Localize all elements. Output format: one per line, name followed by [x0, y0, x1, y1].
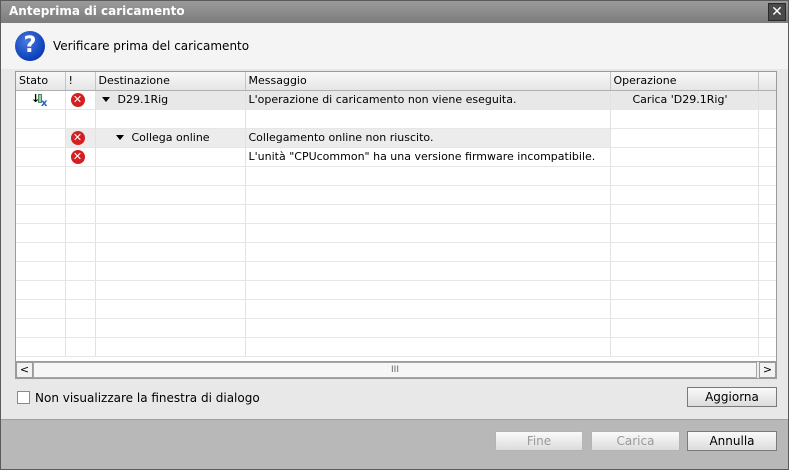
operation-cell: [610, 128, 759, 148]
download-status-icon: ↓ x: [31, 91, 48, 109]
table-row: [16, 109, 776, 129]
preview-table: Stato ! Destinazione Messaggio Operazion…: [16, 72, 776, 357]
question-icon: ?: [15, 31, 45, 61]
table-row[interactable]: ↓ x ✕ D29.1Rig L'operazione di caricament…: [16, 90, 776, 110]
table-row: [16, 261, 776, 281]
footer-panel: Fine Carica Annulla: [1, 419, 788, 469]
load-preview-dialog: Anteprima di caricamento ✕ ? Verificare …: [0, 0, 789, 470]
filler-cell: [758, 90, 776, 110]
alert-cell: ✕: [65, 90, 96, 110]
column-header-operation[interactable]: Operazione: [610, 72, 759, 91]
alert-cell: ✕: [65, 147, 96, 167]
operation-cell[interactable]: Carica 'D29.1Rig': [610, 90, 759, 110]
dont-show-checkbox[interactable]: [17, 391, 30, 404]
preview-grid: Stato ! Destinazione Messaggio Operazion…: [15, 71, 777, 379]
table-row: [16, 185, 776, 205]
refresh-button[interactable]: Aggiorna: [687, 387, 777, 407]
operation-dropdown[interactable]: Carica 'D29.1Rig': [633, 93, 728, 106]
header-panel: ? Verificare prima del caricamento: [1, 23, 788, 69]
scroll-left-button[interactable]: <: [16, 362, 33, 378]
status-cell: [16, 147, 66, 167]
collapse-triangle-icon[interactable]: [101, 97, 110, 102]
close-button[interactable]: ✕: [768, 3, 786, 21]
load-button[interactable]: Carica: [591, 431, 680, 451]
table-row: [16, 242, 776, 262]
column-header-alert[interactable]: !: [65, 72, 96, 91]
collapse-triangle-icon[interactable]: [115, 135, 124, 140]
table-row[interactable]: ✕ L'unità "CPUcommon" ha una versione fi…: [16, 147, 776, 167]
message-cell: Collegamento online non riuscito.: [245, 128, 611, 148]
error-icon: ✕: [70, 92, 85, 107]
status-cell: ↓ x: [16, 90, 66, 110]
destination-cell: [95, 147, 246, 167]
column-header-filler: [758, 72, 776, 91]
dialog-title: Anteprima di caricamento: [9, 4, 185, 18]
destination-text: Collega online: [131, 131, 210, 144]
finish-button[interactable]: Fine: [495, 431, 583, 451]
table-row: [16, 299, 776, 319]
error-icon: ✕: [70, 130, 85, 145]
operation-cell: [610, 147, 759, 167]
table-row: [16, 337, 776, 357]
table-row: [16, 318, 776, 338]
destination-text: D29.1Rig: [117, 93, 169, 106]
message-cell: L'unità "CPUcommon" ha una versione firm…: [245, 147, 611, 167]
table-row[interactable]: ✕ Collega online Collegamento online non…: [16, 128, 776, 148]
column-header-destination[interactable]: Destinazione: [95, 72, 246, 91]
destination-cell: D29.1Rig: [95, 90, 246, 110]
destination-cell: Collega online: [95, 128, 246, 148]
message-cell: L'operazione di caricamento non viene es…: [245, 90, 611, 110]
table-row: [16, 223, 776, 243]
table-row: [16, 204, 776, 224]
column-header-message[interactable]: Messaggio: [245, 72, 611, 91]
error-icon: ✕: [70, 149, 85, 164]
title-bar: Anteprima di caricamento ✕: [1, 1, 788, 23]
alert-cell: ✕: [65, 128, 96, 148]
table-row: [16, 166, 776, 186]
column-header-status[interactable]: Stato: [16, 72, 66, 91]
table-row: [16, 280, 776, 300]
status-cell: [16, 128, 66, 148]
dont-show-label[interactable]: Non visualizzare la finestra di dialogo: [35, 391, 260, 405]
horizontal-scrollbar[interactable]: < III >: [15, 361, 777, 379]
cancel-button[interactable]: Annulla: [687, 431, 777, 451]
header-heading: Verificare prima del caricamento: [53, 39, 250, 53]
scroll-right-button[interactable]: >: [759, 362, 776, 378]
scroll-thumb[interactable]: III: [33, 362, 757, 378]
